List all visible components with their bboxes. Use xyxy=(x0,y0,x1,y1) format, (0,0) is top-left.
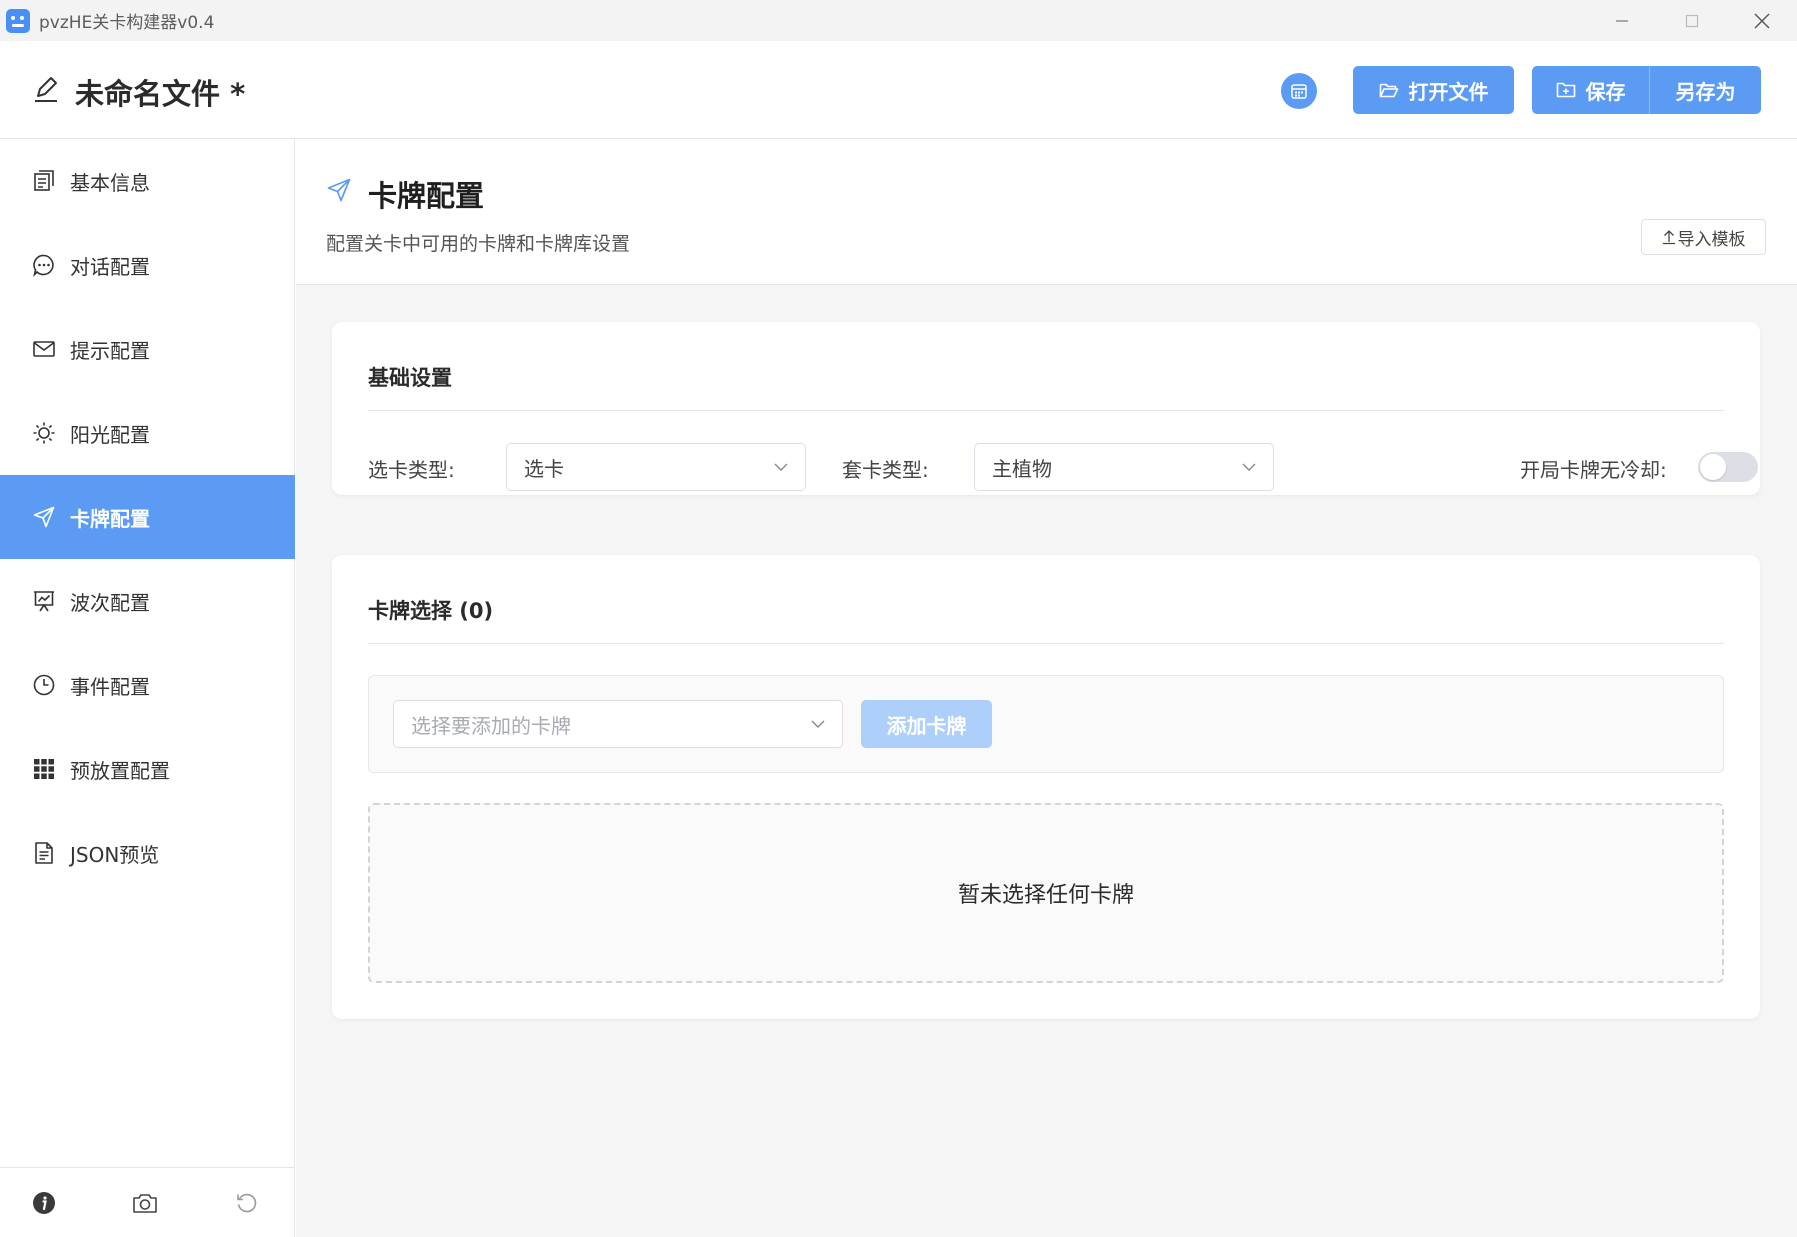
document-title: 未命名文件 * xyxy=(75,77,246,111)
no-cooldown-toggle[interactable] xyxy=(1698,452,1758,482)
toggle-knob xyxy=(1700,454,1726,480)
send-icon xyxy=(32,505,56,529)
window-title: pvzHE关卡构建器v0.4 xyxy=(39,13,215,33)
chevron-down-icon xyxy=(774,463,788,471)
save-label: 保存 xyxy=(1585,79,1626,104)
app-logo-icon xyxy=(6,8,30,33)
divider xyxy=(368,410,1724,411)
open-file-button[interactable]: 打开文件 xyxy=(1353,66,1514,114)
chat-icon xyxy=(32,253,56,277)
close-icon xyxy=(1754,13,1770,28)
card-picker-placeholder: 选择要添加的卡牌 xyxy=(411,713,571,738)
set-type-select[interactable]: 主植物 xyxy=(974,443,1274,491)
sidebar-item-label: 对话配置 xyxy=(70,254,150,279)
edit-pen-icon xyxy=(35,77,57,102)
add-card-button[interactable]: 添加卡牌 xyxy=(861,700,992,748)
pick-type-label: 选卡类型: xyxy=(368,458,455,482)
sidebar-item-label: JSON预览 xyxy=(70,842,160,867)
info-icon[interactable] xyxy=(31,1190,57,1216)
upload-icon xyxy=(1662,230,1675,245)
folder-add-icon xyxy=(1556,81,1576,99)
set-type-value: 主植物 xyxy=(992,456,1052,481)
sidebar-item-basic-info[interactable]: 基本信息 xyxy=(0,139,295,223)
import-template-label: 导入模板 xyxy=(1677,229,1746,250)
close-button[interactable] xyxy=(1727,0,1797,41)
pick-type-value: 选卡 xyxy=(524,456,564,481)
add-card-panel: 选择要添加的卡牌 添加卡牌 xyxy=(368,675,1724,773)
sidebar-item-label: 阳光配置 xyxy=(70,422,150,447)
sidebar-item-tips[interactable]: 提示配置 xyxy=(0,307,295,391)
no-cooldown-label: 开局卡牌无冷却: xyxy=(1520,458,1667,482)
grid-icon xyxy=(32,757,56,781)
sidebar-item-preplace[interactable]: 预放置配置 xyxy=(0,727,295,811)
card-selection-card: 卡牌选择 (0) 选择要添加的卡牌 添加卡牌 暂未选择任何卡牌 xyxy=(332,555,1760,1019)
sun-icon xyxy=(32,421,56,445)
chevron-down-icon xyxy=(811,720,825,728)
calendar-icon xyxy=(1291,84,1307,99)
page-description: 配置关卡中可用的卡牌和卡牌库设置 xyxy=(326,233,631,255)
sidebar-item-label: 卡牌配置 xyxy=(70,506,150,531)
save-button[interactable]: 保存 xyxy=(1532,66,1650,114)
maximize-button[interactable] xyxy=(1657,0,1727,41)
sidebar-item-label: 事件配置 xyxy=(70,674,150,699)
basic-settings-card: 基础设置 选卡类型: 选卡 套卡类型: 主植物 开局卡牌无冷却: xyxy=(332,322,1760,495)
clock-icon xyxy=(32,673,56,697)
sidebar: 基本信息 对话配置 提示配置 阳光配置 卡牌配置 波次配置 事件配置 预放置配置… xyxy=(0,139,295,1237)
sidebar-item-sunlight[interactable]: 阳光配置 xyxy=(0,391,295,475)
sidebar-item-waves[interactable]: 波次配置 xyxy=(0,559,295,643)
add-card-label: 添加卡牌 xyxy=(886,713,967,738)
folder-open-icon xyxy=(1379,81,1399,99)
page-title: 卡牌配置 xyxy=(368,179,485,213)
card-selection-title: 卡牌选择 (0) xyxy=(368,599,494,623)
calendar-button[interactable] xyxy=(1281,73,1317,109)
document-icon xyxy=(32,169,56,193)
page-header: 卡牌配置 配置关卡中可用的卡牌和卡牌库设置 导入模板 xyxy=(296,139,1797,285)
sidebar-item-label: 波次配置 xyxy=(70,590,150,615)
save-button-group: 保存 另存为 xyxy=(1532,66,1761,114)
main-content: 卡牌配置 配置关卡中可用的卡牌和卡牌库设置 导入模板 基础设置 选卡类型: 选卡… xyxy=(296,139,1797,1237)
sidebar-item-label: 预放置配置 xyxy=(70,758,170,783)
refresh-icon[interactable] xyxy=(234,1190,260,1216)
sidebar-item-cards[interactable]: 卡牌配置 xyxy=(0,475,295,559)
window-titlebar: pvzHE关卡构建器v0.4 xyxy=(0,0,1797,41)
sidebar-footer xyxy=(0,1167,295,1237)
save-as-label: 另存为 xyxy=(1675,79,1736,104)
empty-state-text: 暂未选择任何卡牌 xyxy=(957,883,1134,908)
pick-type-select[interactable]: 选卡 xyxy=(506,443,806,491)
app-header: 未命名文件 * 打开文件 保存 另存为 xyxy=(0,41,1797,139)
mail-icon xyxy=(32,337,56,361)
sidebar-item-label: 基本信息 xyxy=(70,170,150,195)
set-type-label: 套卡类型: xyxy=(842,458,929,482)
import-template-button[interactable]: 导入模板 xyxy=(1641,219,1766,255)
minimize-button[interactable] xyxy=(1587,0,1657,41)
file-text-icon xyxy=(32,841,56,865)
send-icon xyxy=(327,178,351,202)
chevron-down-icon xyxy=(1242,463,1256,471)
divider xyxy=(368,643,1724,644)
sidebar-item-label: 提示配置 xyxy=(70,338,150,363)
maximize-icon xyxy=(1685,14,1699,27)
presentation-icon xyxy=(32,589,56,613)
basic-settings-title: 基础设置 xyxy=(368,366,452,390)
empty-card-list: 暂未选择任何卡牌 xyxy=(368,803,1724,983)
camera-icon[interactable] xyxy=(132,1190,158,1216)
open-file-label: 打开文件 xyxy=(1408,79,1489,104)
sidebar-item-dialog[interactable]: 对话配置 xyxy=(0,223,295,307)
minimize-icon xyxy=(1616,19,1628,22)
sidebar-item-json-preview[interactable]: JSON预览 xyxy=(0,811,295,895)
sidebar-item-events[interactable]: 事件配置 xyxy=(0,643,295,727)
window-controls xyxy=(1587,0,1797,41)
save-as-button[interactable]: 另存为 xyxy=(1650,66,1761,114)
card-picker-select[interactable]: 选择要添加的卡牌 xyxy=(393,700,843,748)
